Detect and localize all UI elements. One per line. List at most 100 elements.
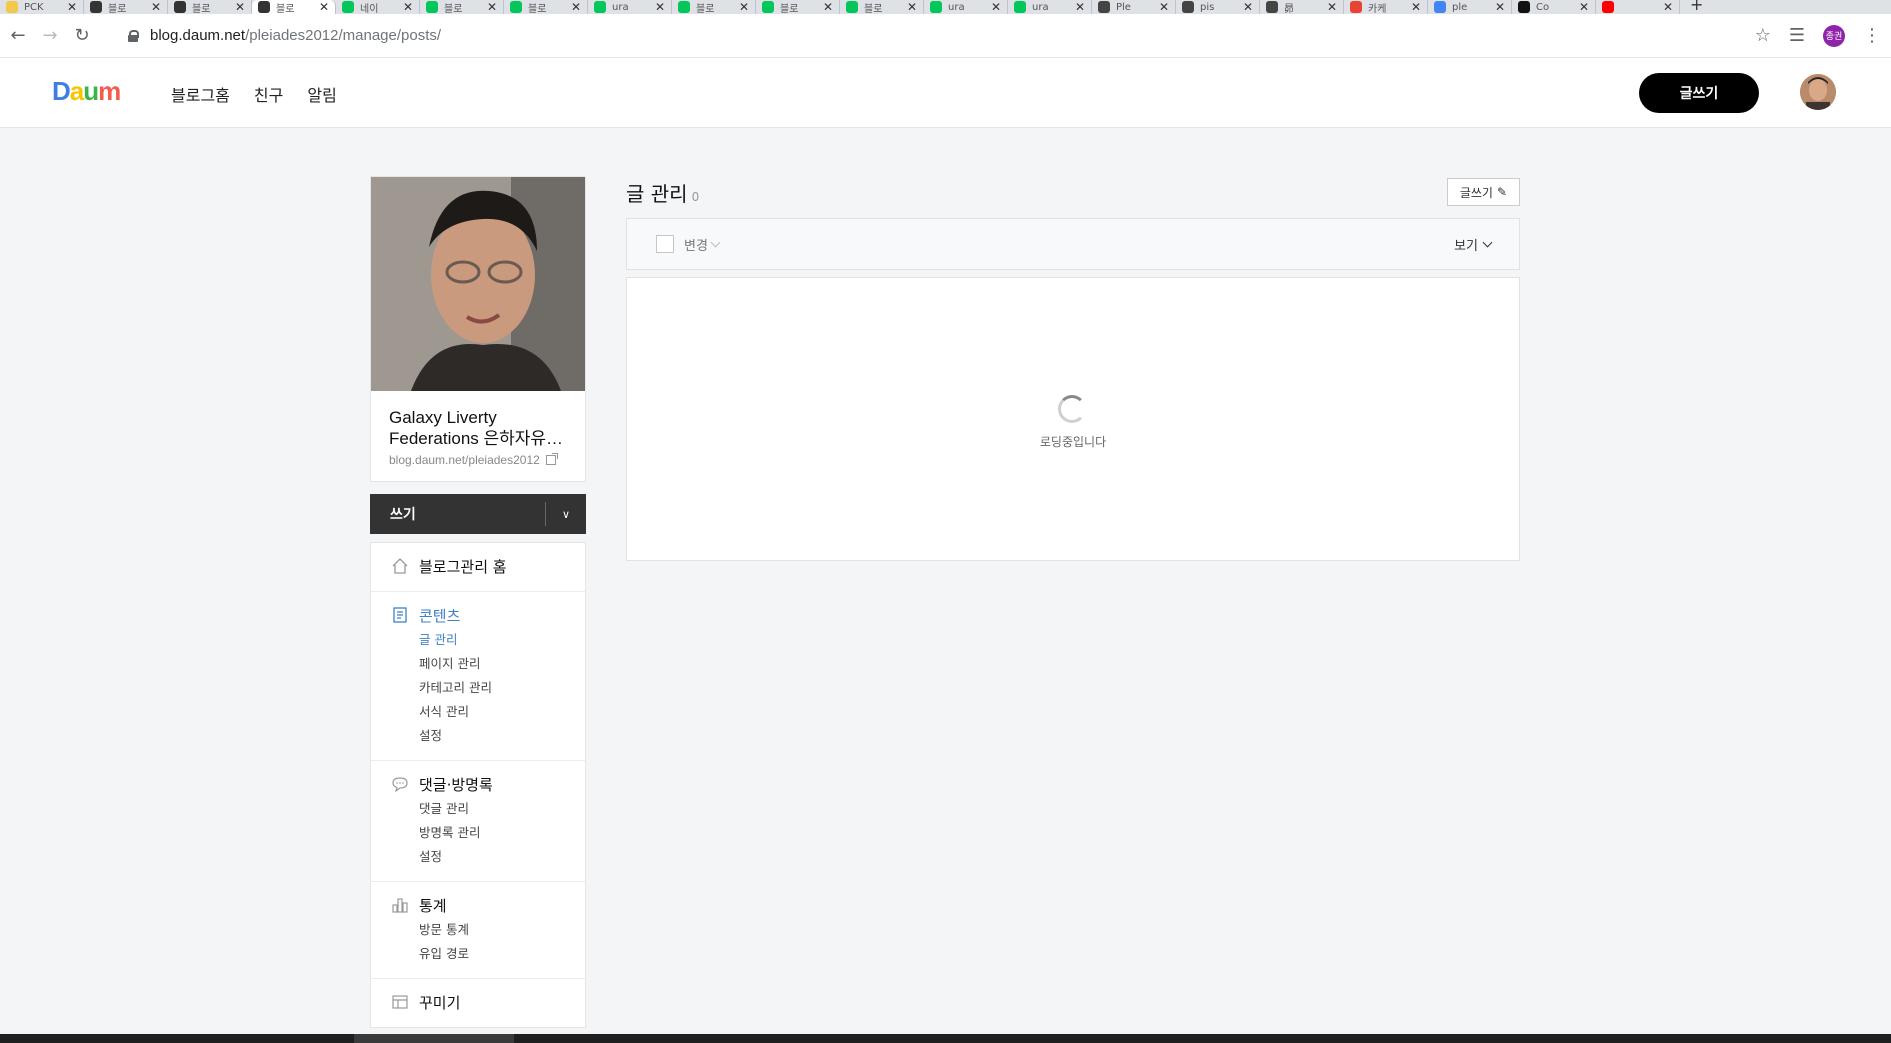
- menu-section: 댓글·방명록댓글 관리 방명록 관리 설정: [371, 761, 585, 882]
- nav-notifications[interactable]: 알림: [307, 82, 336, 106]
- close-icon[interactable]: ✕: [739, 0, 749, 14]
- menu-item[interactable]: 댓글 관리: [371, 797, 585, 821]
- back-arrow-icon[interactable]: ←: [4, 25, 32, 46]
- small-write-button[interactable]: 글쓰기 ✎: [1446, 178, 1520, 206]
- browser-tab[interactable]: 블로 ✕: [840, 0, 924, 14]
- browser-tab[interactable]: ura ✕: [1008, 0, 1092, 14]
- url-host: blog.daum.net: [150, 27, 246, 44]
- menu-item[interactable]: 서식 관리: [371, 700, 585, 724]
- address-bar[interactable]: blog.daum.net/pleiades2012/manage/posts/: [108, 21, 1755, 51]
- blog-title[interactable]: Galaxy Liverty Federations 은하자유…: [389, 407, 567, 449]
- browser-tab[interactable]: 카케 ✕: [1344, 0, 1428, 14]
- close-icon[interactable]: ✕: [151, 0, 161, 14]
- menu-section: 콘텐츠 글 관리 페이지 관리 카테고리 관리 서식 관리 설정: [371, 592, 585, 761]
- menu-item[interactable]: 글 관리: [371, 628, 585, 652]
- browser-tab[interactable]: 블로 ✕: [672, 0, 756, 14]
- menu-item[interactable]: 방명록 관리: [371, 821, 585, 845]
- browser-tab[interactable]: 블로 ✕: [84, 0, 168, 14]
- menu-item[interactable]: 유입 경로: [371, 942, 585, 966]
- browser-tab[interactable]: 昴 ✕: [1260, 0, 1344, 14]
- menu-heading-label: 꾸미기: [419, 993, 461, 1012]
- menu-section: 블로그관리 홈: [371, 543, 585, 592]
- bookmark-star-icon[interactable]: ☆: [1755, 25, 1771, 46]
- view-label: 보기: [1454, 238, 1478, 254]
- menu-heading[interactable]: 통계: [371, 892, 585, 918]
- browser-tab[interactable]: 블로 ✕: [756, 0, 840, 14]
- close-icon[interactable]: ✕: [487, 0, 497, 14]
- lock-icon: [128, 29, 139, 42]
- browser-tab[interactable]: Co ✕: [1512, 0, 1596, 14]
- browser-tab[interactable]: pis ✕: [1176, 0, 1260, 14]
- menu-heading[interactable]: 콘텐츠: [371, 602, 585, 628]
- browser-tab[interactable]: ✕: [1596, 0, 1680, 14]
- small-write-label: 글쓰기: [1459, 185, 1493, 200]
- tab-title: 블로: [696, 3, 715, 15]
- blog-profile-image[interactable]: [371, 177, 585, 391]
- loading-text: 로딩중입니다: [1039, 435, 1107, 449]
- close-icon[interactable]: ✕: [67, 0, 77, 14]
- new-tab-plus-icon[interactable]: +: [1690, 0, 1703, 13]
- menu-heading[interactable]: 블로그관리 홈: [371, 553, 585, 579]
- close-icon[interactable]: ✕: [1243, 0, 1253, 14]
- view-dropdown[interactable]: 보기: [1454, 235, 1493, 254]
- browser-profile-avatar[interactable]: 종권: [1823, 24, 1845, 47]
- tab-title: 네이: [360, 3, 379, 15]
- media-queue-icon[interactable]: ☰: [1789, 25, 1805, 46]
- browser-tab[interactable]: ura ✕: [924, 0, 1008, 14]
- taskbar-app[interactable]: [354, 1034, 514, 1043]
- browser-tab[interactable]: 네이 ✕: [336, 0, 420, 14]
- close-icon[interactable]: ✕: [1075, 0, 1085, 14]
- close-icon[interactable]: ✕: [1663, 0, 1673, 14]
- close-icon[interactable]: ✕: [655, 0, 665, 14]
- layout-icon: [391, 993, 409, 1011]
- document-icon: [391, 606, 409, 624]
- menu-item[interactable]: 카테고리 관리: [371, 676, 585, 700]
- select-all-checkbox[interactable]: [656, 235, 674, 253]
- menu-heading[interactable]: 꾸미기: [371, 989, 585, 1015]
- write-post-button[interactable]: 글쓰기: [1639, 73, 1759, 113]
- close-icon[interactable]: ✕: [823, 0, 833, 14]
- browser-menu-icon[interactable]: ⋮: [1863, 25, 1881, 46]
- chevron-down-icon[interactable]: ∨: [546, 508, 586, 521]
- menu-item[interactable]: 페이지 관리: [371, 652, 585, 676]
- menu-heading[interactable]: 댓글·방명록: [371, 771, 585, 797]
- close-icon[interactable]: ✕: [403, 0, 413, 14]
- tab-title: pis: [1200, 1, 1215, 13]
- close-icon[interactable]: ✕: [907, 0, 917, 14]
- tab-title: PCK: [24, 1, 44, 13]
- menu-item[interactable]: 방문 통계: [371, 918, 585, 942]
- close-icon[interactable]: ✕: [1327, 0, 1337, 14]
- user-avatar[interactable]: [1800, 74, 1836, 110]
- reload-icon[interactable]: ↻: [68, 25, 96, 46]
- close-icon[interactable]: ✕: [235, 0, 245, 14]
- tab-favicon-icon: [6, 1, 18, 13]
- browser-tab[interactable]: 블로 ✕: [252, 0, 336, 14]
- close-icon[interactable]: ✕: [1579, 0, 1589, 14]
- browser-tab[interactable]: ple ✕: [1428, 0, 1512, 14]
- browser-tab[interactable]: ura ✕: [588, 0, 672, 14]
- browser-tab[interactable]: PCK ✕: [0, 0, 84, 14]
- forward-arrow-icon[interactable]: →: [36, 25, 64, 46]
- nav-blog-home[interactable]: 블로그홈: [171, 82, 230, 106]
- menu-heading-label: 댓글·방명록: [419, 775, 493, 794]
- os-taskbar: [0, 1034, 1891, 1043]
- browser-tab[interactable]: Ple ✕: [1092, 0, 1176, 14]
- close-icon[interactable]: ✕: [571, 0, 581, 14]
- menu-item[interactable]: 설정: [371, 724, 585, 748]
- close-icon[interactable]: ✕: [1159, 0, 1169, 14]
- tab-title: 昴: [1284, 3, 1294, 15]
- sidebar-write-button[interactable]: 쓰기: [370, 504, 545, 524]
- close-icon[interactable]: ✕: [1411, 0, 1421, 14]
- browser-tab[interactable]: 블로 ✕: [420, 0, 504, 14]
- blog-url-link[interactable]: blog.daum.net/pleiades2012: [389, 453, 567, 467]
- browser-tab[interactable]: 블로 ✕: [168, 0, 252, 14]
- close-icon[interactable]: ✕: [991, 0, 1001, 14]
- close-icon[interactable]: ✕: [1495, 0, 1505, 14]
- menu-item[interactable]: 설정: [371, 845, 585, 869]
- nav-friends[interactable]: 친구: [254, 82, 283, 106]
- daum-logo[interactable]: Daum: [52, 76, 121, 107]
- change-dropdown[interactable]: 변경: [684, 235, 721, 254]
- browser-tab[interactable]: 블로 ✕: [504, 0, 588, 14]
- close-icon[interactable]: ✕: [319, 0, 329, 14]
- tab-title: ura: [1032, 1, 1049, 13]
